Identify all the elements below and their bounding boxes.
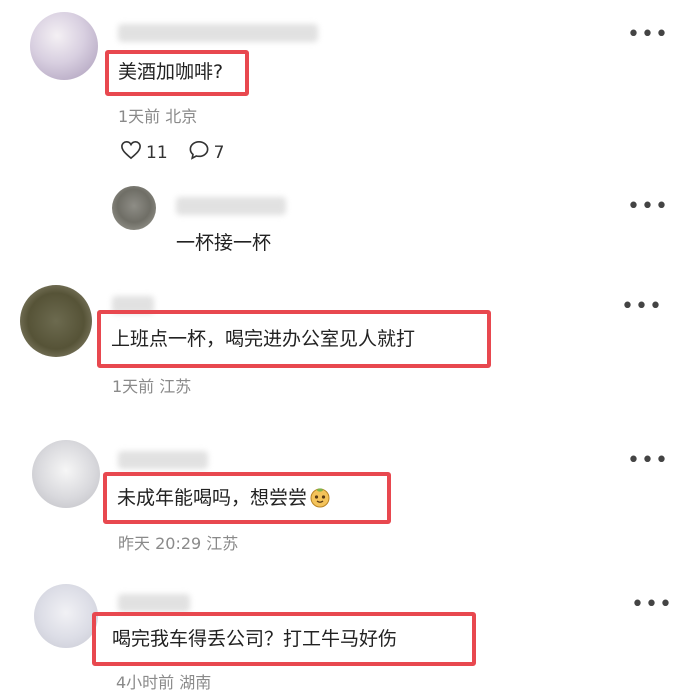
avatar[interactable] <box>32 440 100 508</box>
username-blurred[interactable] <box>118 594 190 612</box>
comment-text: 喝完我车得丢公司？打工牛马好伤 <box>112 628 398 650</box>
comment-body: 未成年能喝吗，想尝尝 <box>117 487 308 509</box>
username-blurred[interactable] <box>176 197 286 215</box>
speech-bubble-icon[interactable] <box>188 140 210 165</box>
username-blurred[interactable] <box>118 451 208 469</box>
comment-meta: 1天前 北京 <box>118 103 197 127</box>
reply-count[interactable]: 7 <box>214 143 225 163</box>
comment-meta: 昨天 20:29 江苏 <box>118 530 238 554</box>
smiling-face-emoji <box>309 486 331 508</box>
comment-time: 4小时前 <box>116 673 175 692</box>
avatar[interactable] <box>112 186 156 230</box>
avatar[interactable] <box>30 12 98 80</box>
more-options-icon[interactable]: ••• <box>627 24 669 46</box>
heart-outline-icon[interactable] <box>120 140 142 165</box>
avatar[interactable] <box>34 584 98 648</box>
avatar[interactable] <box>20 285 92 357</box>
comment-actions: 11 7 <box>120 140 244 165</box>
comment-time: 1天前 <box>112 377 155 396</box>
username-blurred[interactable] <box>118 24 318 42</box>
more-options-icon[interactable]: ••• <box>631 594 673 616</box>
comment-location: 江苏 <box>159 377 192 396</box>
comment-meta: 1天前 江苏 <box>112 373 191 397</box>
more-options-icon[interactable]: ••• <box>621 296 663 318</box>
comment-text: 美酒加咖啡? <box>118 61 224 83</box>
reply-text: 一杯接一杯 <box>176 232 272 254</box>
comment-location: 江苏 <box>206 534 239 553</box>
comment-location: 北京 <box>165 107 198 126</box>
comment-time: 1天前 <box>118 107 161 126</box>
comment-location: 湖南 <box>179 673 212 692</box>
comment-meta: 4小时前 湖南 <box>116 669 211 693</box>
comment-time: 昨天 20:29 <box>118 534 202 553</box>
like-count[interactable]: 11 <box>146 143 168 163</box>
comment-text: 上班点一杯，喝完进办公室见人就打 <box>111 328 416 350</box>
comment-text: 未成年能喝吗，想尝尝 <box>117 486 331 510</box>
more-options-icon[interactable]: ••• <box>627 450 669 472</box>
more-options-icon[interactable]: ••• <box>627 196 669 218</box>
